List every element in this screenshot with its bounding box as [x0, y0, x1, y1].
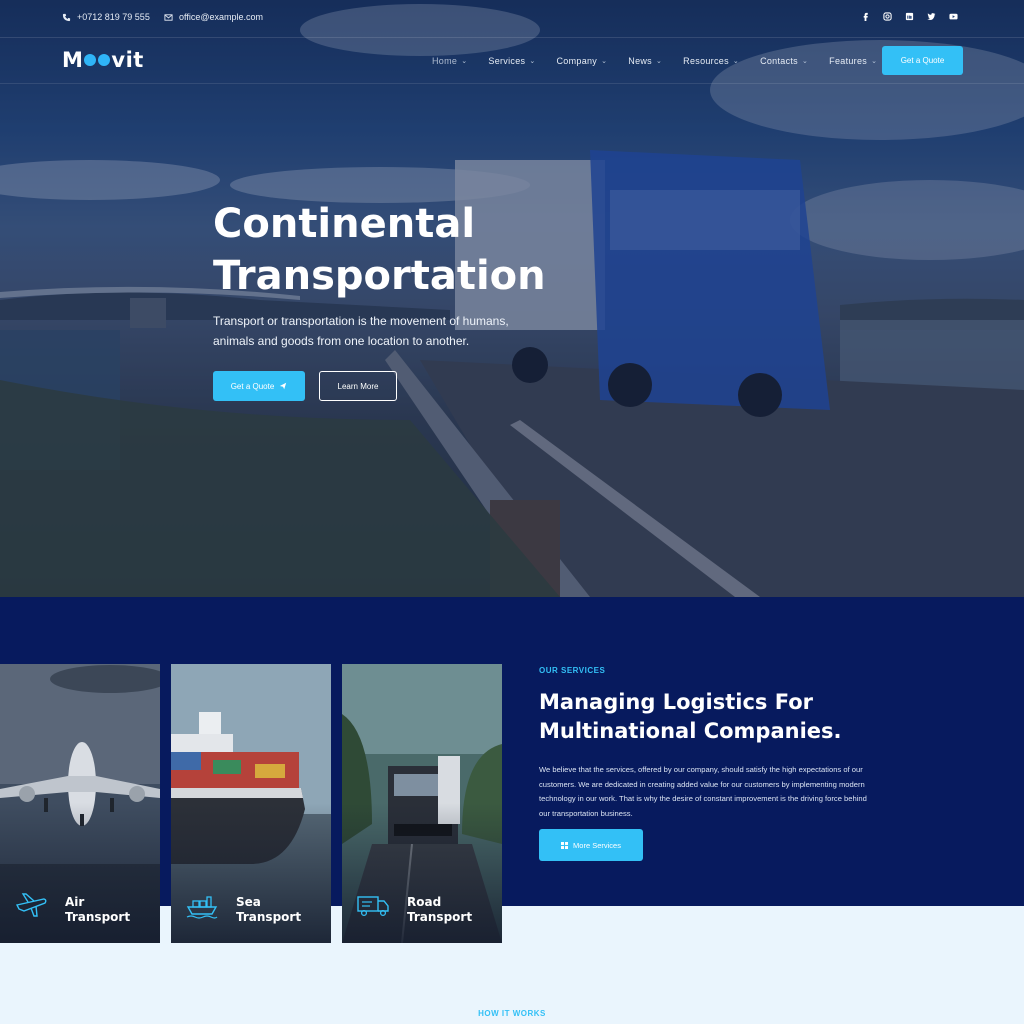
grid-icon	[561, 841, 569, 849]
card-label-line1: Sea	[236, 895, 261, 909]
header-get-quote-button[interactable]: Get a Quote	[882, 46, 963, 75]
service-card-sea[interactable]: Sea Transport	[171, 664, 331, 943]
card-label: Air Transport	[65, 895, 155, 925]
nav-item-home[interactable]: Home ⌄	[432, 56, 467, 66]
nav-item-services[interactable]: Services ⌄	[488, 56, 535, 66]
hero-title-line2: Transportation	[213, 253, 546, 299]
hero-get-quote-label: Get a Quote	[230, 381, 275, 391]
nav-label: Contacts	[760, 56, 798, 66]
phone-number: +0712 819 79 555	[77, 12, 150, 22]
card-label-line2: Transport	[65, 910, 131, 924]
nav-item-company[interactable]: Company ⌄	[556, 56, 607, 66]
card-label-line2: Transport	[407, 910, 473, 924]
ship-icon	[186, 896, 218, 919]
phone-contact[interactable]: +0712 819 79 555	[62, 12, 150, 22]
hero-subtitle: Transport or transportation is the movem…	[213, 314, 509, 348]
card-label-line1: Road	[407, 895, 442, 909]
nav-menu: Home ⌄ Services ⌄ Company ⌄ News ⌄ Resources…	[432, 56, 898, 66]
hero-section: +0712 819 79 555 office@example.com Mvit…	[0, 0, 1024, 597]
logo-dot	[84, 54, 97, 66]
instagram-icon[interactable]	[883, 12, 892, 21]
card-label: Sea Transport	[236, 895, 326, 925]
nav-label: Home	[432, 56, 458, 66]
nav-label: Services	[488, 56, 526, 66]
nav-label: Company	[556, 56, 598, 66]
top-contact-bar: +0712 819 79 555 office@example.com	[0, 0, 1024, 38]
logo-dot	[98, 54, 111, 66]
chevron-down-icon: ⌄	[871, 58, 878, 65]
card-label-line2: Transport	[236, 910, 302, 924]
email-address: office@example.com	[179, 12, 264, 22]
chevron-down-icon: ⌄	[732, 58, 740, 65]
card-label-line1: Air	[65, 895, 85, 909]
facebook-icon[interactable]	[861, 12, 870, 21]
twitter-icon[interactable]	[927, 12, 936, 21]
linkedin-icon[interactable]	[905, 12, 914, 21]
email-contact[interactable]: office@example.com	[164, 12, 263, 22]
chevron-down-icon: ⌄	[529, 58, 536, 65]
nav-label: Features	[829, 56, 868, 66]
site-logo[interactable]: Mvit	[62, 48, 144, 72]
nav-label: News	[628, 56, 652, 66]
chevron-down-icon: ⌄	[801, 58, 809, 65]
chevron-down-icon: ⌄	[601, 58, 608, 65]
truck-icon	[357, 896, 389, 917]
hero-get-quote-button[interactable]: Get a Quote	[213, 371, 305, 401]
more-services-label: More Services	[573, 840, 621, 850]
nav-label: Resources	[683, 56, 729, 66]
learn-more-button[interactable]: Learn More	[319, 371, 397, 401]
chevron-down-icon: ⌄	[656, 58, 663, 65]
nav-item-contacts[interactable]: Contacts ⌄	[760, 56, 808, 66]
services-description: We believe that the services, offered by…	[539, 765, 867, 819]
services-title: Managing Logistics For Multinational Com…	[539, 690, 842, 743]
email-icon	[164, 13, 173, 21]
main-navbar: Mvit Home ⌄ Services ⌄ Company ⌄ News ⌄ Reso…	[0, 38, 1024, 84]
phone-icon	[62, 13, 71, 21]
nav-item-news[interactable]: News ⌄	[628, 56, 662, 66]
airplane-icon	[15, 893, 47, 917]
service-card-air[interactable]: Air Transport	[0, 664, 160, 943]
hero-title: Continental Transportation	[213, 198, 613, 302]
service-card-road[interactable]: Road Transport	[342, 664, 502, 943]
chevron-down-icon: ⌄	[461, 58, 468, 65]
card-label: Road Transport	[407, 895, 497, 925]
nav-item-resources[interactable]: Resources ⌄	[683, 56, 739, 66]
social-links	[861, 12, 958, 21]
more-services-button[interactable]: More Services	[539, 829, 643, 861]
youtube-icon[interactable]	[949, 12, 958, 21]
services-eyebrow: OUR SERVICES	[539, 666, 606, 675]
paper-plane-icon	[280, 382, 287, 390]
how-it-works-eyebrow: HOW IT WORKS	[478, 1009, 546, 1018]
nav-item-features[interactable]: Features ⌄	[829, 56, 877, 66]
hero-title-line1: Continental	[213, 201, 476, 247]
